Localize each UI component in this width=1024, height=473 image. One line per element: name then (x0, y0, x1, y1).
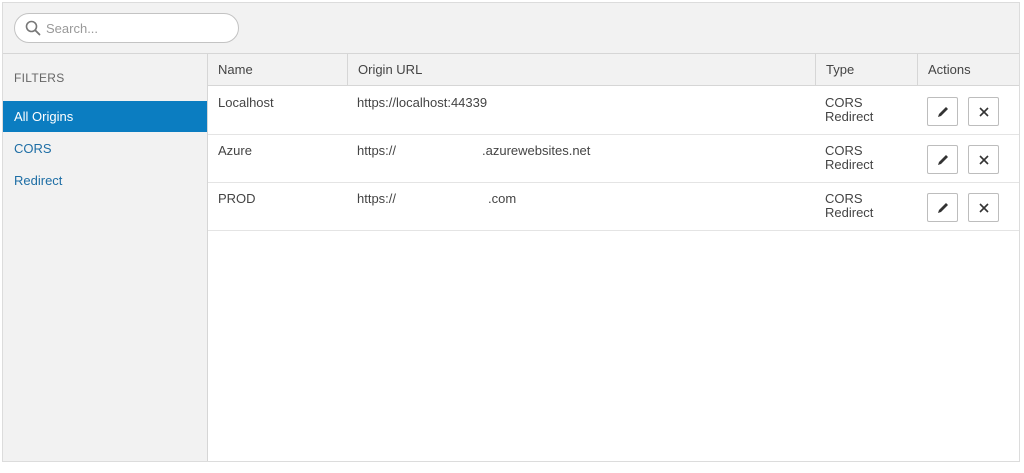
type-redirect: Redirect (825, 205, 874, 220)
search-box[interactable] (14, 13, 239, 43)
type-redirect: Redirect (825, 109, 874, 124)
delete-button[interactable] (968, 97, 999, 126)
table-row[interactable]: PROD https:// .com CORS Redirect (208, 183, 1019, 231)
filter-cors[interactable]: CORS (3, 133, 207, 164)
filter-redirect[interactable]: Redirect (3, 165, 207, 196)
header-name[interactable]: Name (208, 54, 347, 86)
origin-url: https:// (357, 144, 396, 158)
type-redirect: Redirect (825, 157, 874, 172)
search-input[interactable] (46, 20, 226, 36)
type-cors: CORS (825, 95, 863, 110)
edit-button[interactable] (927, 145, 958, 174)
type-cors: CORS (825, 191, 863, 206)
filters-title: FILTERS (14, 71, 65, 85)
origins-panel: FILTERS All Origins CORS Redirect Name O… (2, 2, 1020, 462)
header-type[interactable]: Type (815, 54, 917, 86)
origin-url: https://localhost:44339 (357, 95, 488, 110)
origin-url: https:// (357, 192, 396, 206)
origin-url-suffix: .azurewebsites.net (482, 143, 591, 158)
close-icon (978, 106, 989, 117)
origin-url-prefix: https:// (357, 191, 397, 206)
header-origin-url[interactable]: Origin URL (347, 54, 815, 86)
origin-type: CORS Redirect (825, 144, 873, 172)
close-icon (978, 154, 989, 165)
filters-sidebar: FILTERS All Origins CORS Redirect (3, 54, 208, 461)
table-header: Name Origin URL Type Actions (208, 54, 1019, 86)
table-row[interactable]: Azure https:// .azurewebsites.net CORS R… (208, 135, 1019, 183)
edit-button[interactable] (927, 193, 958, 222)
type-cors: CORS (825, 143, 863, 158)
origin-name: PROD (218, 191, 256, 206)
pencil-icon (937, 106, 948, 117)
filter-all-origins[interactable]: All Origins (3, 101, 207, 132)
toolbar (3, 3, 1019, 54)
origin-type: CORS Redirect (825, 96, 873, 124)
origin-name: Azure (218, 143, 252, 158)
search-icon (25, 20, 41, 36)
origin-type: CORS Redirect (825, 192, 873, 220)
table-row[interactable]: Localhost https://localhost:44339 CORS R… (208, 87, 1019, 135)
delete-button[interactable] (968, 145, 999, 174)
delete-button[interactable] (968, 193, 999, 222)
pencil-icon (937, 202, 948, 213)
pencil-icon (937, 154, 948, 165)
origin-url-prefix: https:// (357, 143, 397, 158)
close-icon (978, 202, 989, 213)
origin-url-suffix: .com (488, 191, 517, 206)
origin-name: Localhost (218, 95, 274, 110)
header-actions: Actions (917, 54, 1019, 86)
edit-button[interactable] (927, 97, 958, 126)
